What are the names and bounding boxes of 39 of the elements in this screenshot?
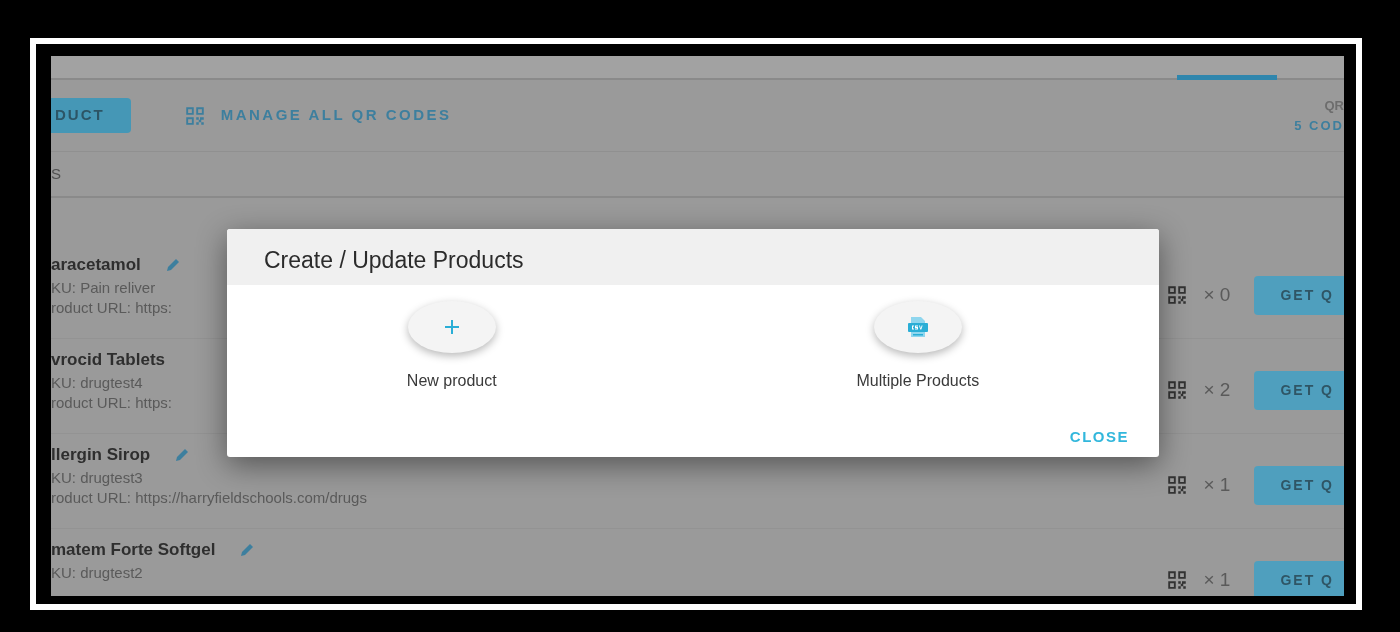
add-button[interactable] <box>407 301 496 353</box>
dialog-title: Create / Update Products <box>227 229 1159 285</box>
get-qr-button[interactable]: GET Q <box>1254 370 1344 410</box>
product-sku: KU: drugtest3 <box>51 467 144 488</box>
product-url: roduct URL: https: <box>51 392 172 413</box>
pencil-icon[interactable] <box>239 541 256 558</box>
close-button[interactable]: CLOSE <box>1063 424 1135 449</box>
product-sku: KU: drugtest2 <box>51 562 144 583</box>
code-count: 5 COD <box>1294 116 1344 135</box>
pencil-icon[interactable] <box>164 256 181 273</box>
get-qr-button[interactable]: GET Q <box>1254 560 1344 596</box>
add-product-button[interactable]: DUCT <box>51 98 131 133</box>
qr-code-icon <box>1167 285 1188 305</box>
qr-code-icon <box>184 105 205 126</box>
manage-qr-codes-link[interactable]: MANAGE ALL QR CODES <box>178 103 458 128</box>
product-sku: KU: Pain reliver <box>51 277 157 298</box>
plus-icon <box>443 319 460 335</box>
product-url: roduct URL: https://harryfieldschools.com/drugs <box>51 487 367 508</box>
qr-count: × 1 <box>1203 567 1231 592</box>
qr-code-icon <box>1167 475 1188 495</box>
csv-file-icon <box>905 316 930 338</box>
qr-code-icon <box>1167 570 1188 590</box>
get-qr-button[interactable]: GET Q <box>1254 275 1344 315</box>
pencil-icon[interactable] <box>174 446 191 463</box>
product-url: roduct URL: https: <box>51 297 173 318</box>
product-name: vrocid Tablets <box>51 349 165 371</box>
filter-label: S <box>51 163 61 184</box>
qr-count: × 0 <box>1203 282 1231 307</box>
get-qr-button[interactable]: GET Q <box>1254 465 1344 505</box>
qr-count: × 2 <box>1203 377 1231 402</box>
qr-code-icon <box>1167 380 1188 400</box>
product-name: aracetamol <box>51 254 141 276</box>
option-label: Multiple Products <box>856 371 980 391</box>
qr-count: × 1 <box>1203 472 1231 497</box>
product-name: matem Forte Softgel <box>51 539 216 561</box>
product-name: llergin Sirop <box>51 444 151 466</box>
csv-upload-button[interactable] <box>873 301 962 353</box>
option-label: New product <box>406 371 497 391</box>
product-sku: KU: drugtest4 <box>51 372 144 393</box>
